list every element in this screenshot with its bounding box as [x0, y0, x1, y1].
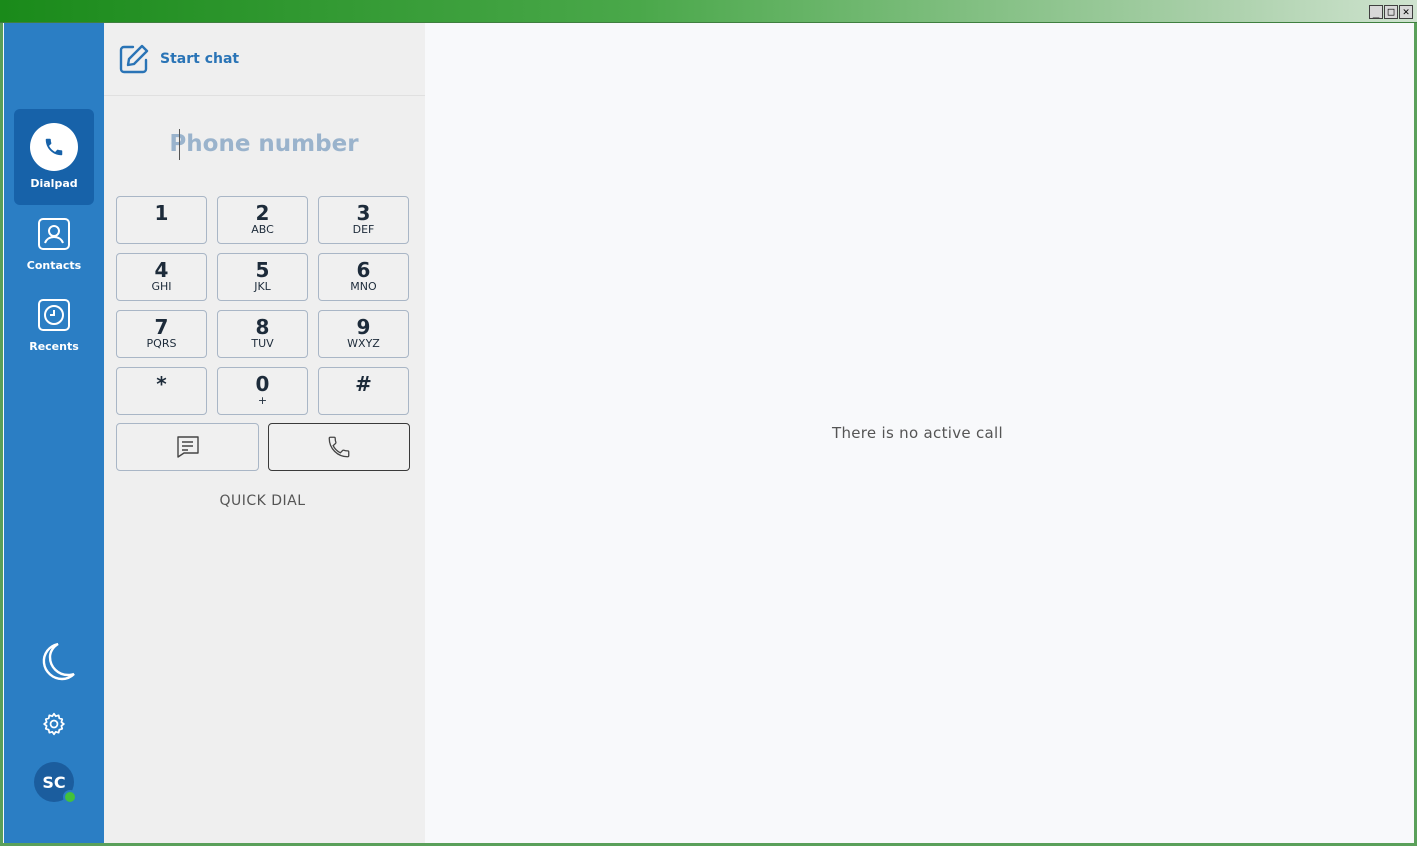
key-8[interactable]: 8 TUV: [217, 310, 308, 358]
phone-icon: [328, 436, 350, 458]
key-digit: 5: [255, 258, 270, 282]
key-letters: PQRS: [146, 337, 177, 350]
key-digit: 0: [255, 372, 270, 396]
key-letters: GHI: [151, 280, 172, 293]
key-7[interactable]: 7 PQRS: [116, 310, 207, 358]
dialpad-icon-circle: [30, 123, 78, 171]
key-letters: MNO: [350, 280, 377, 293]
call-button[interactable]: [268, 423, 410, 471]
presence-indicator: [63, 790, 77, 804]
clock-icon: [38, 299, 70, 331]
key-0[interactable]: 0 +: [217, 367, 308, 415]
no-active-call-message: There is no active call: [832, 424, 1003, 442]
key-digit: 2: [255, 201, 270, 225]
key-letters: TUV: [251, 337, 274, 350]
quick-dial-label[interactable]: QUICK DIAL: [104, 493, 421, 509]
key-digit: #: [355, 372, 372, 396]
key-2[interactable]: 2 ABC: [217, 196, 308, 244]
key-6[interactable]: 6 MNO: [318, 253, 409, 301]
window-controls: _ □ ✕: [1369, 5, 1413, 19]
key-digit: 7: [154, 315, 169, 339]
main-call-area: There is no active call: [425, 23, 1414, 843]
key-1[interactable]: 1: [116, 196, 207, 244]
nav-label-contacts: Contacts: [26, 259, 82, 272]
key-hash[interactable]: #: [318, 367, 409, 415]
key-letters: +: [257, 394, 268, 407]
dialpad-panel: Start chat 1 2 ABC 3 DEF 4 GHI 5 JKL 6 M…: [104, 23, 425, 843]
key-letters: ABC: [251, 223, 274, 236]
phone-number-input[interactable]: [164, 127, 364, 161]
key-9[interactable]: 9 WXYZ: [318, 310, 409, 358]
minimize-button[interactable]: _: [1369, 5, 1383, 19]
phone-icon: [45, 138, 63, 156]
key-letters: JKL: [254, 280, 271, 293]
key-letters: DEF: [352, 223, 375, 236]
nav-item-dialpad[interactable]: Dialpad: [14, 109, 94, 205]
key-digit: 1: [154, 201, 169, 225]
key-digit: 4: [154, 258, 169, 282]
key-5[interactable]: 5 JKL: [217, 253, 308, 301]
key-4[interactable]: 4 GHI: [116, 253, 207, 301]
nav-label-dialpad: Dialpad: [30, 177, 78, 190]
start-chat-button[interactable]: Start chat: [104, 23, 425, 96]
key-star[interactable]: *: [116, 367, 207, 415]
close-button[interactable]: ✕: [1399, 5, 1413, 19]
key-digit: *: [156, 372, 167, 396]
key-digit: 8: [255, 315, 270, 339]
key-digit: 6: [356, 258, 371, 282]
text-caret: [179, 129, 180, 160]
key-digit: 9: [356, 315, 371, 339]
nav-item-recents[interactable]: Recents: [14, 288, 94, 360]
compose-icon: [119, 44, 149, 74]
send-message-button[interactable]: [116, 423, 259, 471]
key-3[interactable]: 3 DEF: [318, 196, 409, 244]
contact-icon: [38, 218, 70, 250]
gear-icon[interactable]: [41, 711, 67, 737]
maximize-button[interactable]: □: [1384, 5, 1398, 19]
nav-rail: Dialpad Contacts Recents SC: [4, 23, 104, 843]
key-digit: 3: [356, 201, 371, 225]
nav-item-contacts[interactable]: Contacts: [14, 207, 94, 279]
key-letters: WXYZ: [347, 337, 380, 350]
moon-icon[interactable]: [34, 641, 76, 683]
title-bar[interactable]: _ □ ✕: [0, 0, 1417, 23]
nav-label-recents: Recents: [29, 340, 79, 353]
start-chat-label: Start chat: [160, 51, 240, 67]
message-icon: [176, 436, 199, 458]
